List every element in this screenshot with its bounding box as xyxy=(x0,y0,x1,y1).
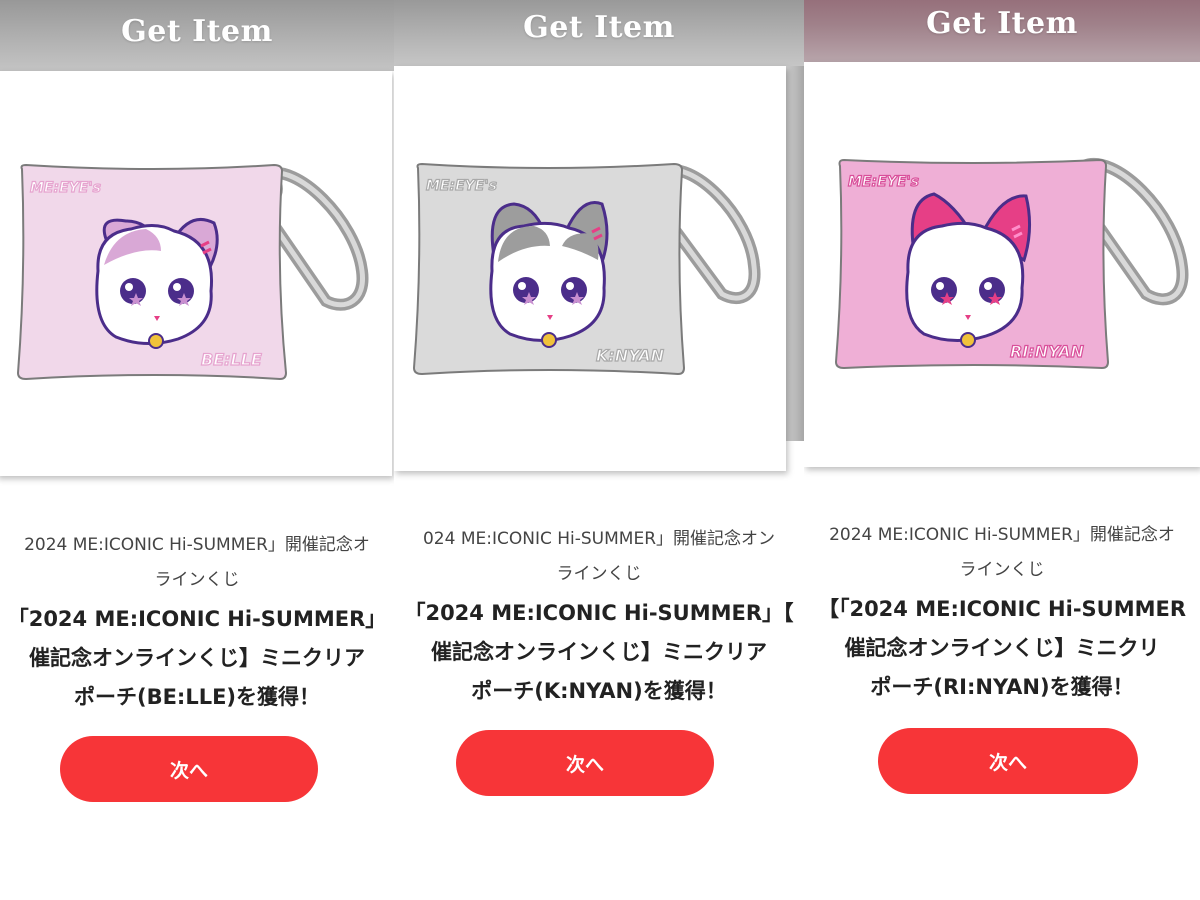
item-panel-knyan: Get Item ME:EYE's K:NYAN 024 ME:ICONIC H… xyxy=(394,0,804,900)
message-line: 催記念オンラインくじ】ミニクリア xyxy=(431,640,767,664)
event-name-continuation: ラインくじ xyxy=(154,570,240,590)
item-panel-belle: Get Item ME:EYE's BE:LLE 2024 ME:ICONIC … xyxy=(0,0,394,900)
item-panel-rinyan: Get Item ME:EYE's RI:NYAN 2024 ME:ICONIC… xyxy=(804,0,1200,900)
message-line: 催記念オンラインくじ】ミニクリア xyxy=(29,646,365,670)
item-image-card: ME:EYE's BE:LLE xyxy=(0,71,392,476)
pouch-logo: ME:EYE's xyxy=(426,178,497,194)
event-name-continuation: ラインくじ xyxy=(959,560,1045,580)
event-name-continuation: ラインくじ xyxy=(556,564,642,584)
pouch-name-label: K:NYAN xyxy=(596,346,665,365)
item-description: 024 ME:ICONIC Hi-SUMMER」開催記念オン ラインくじ 「20… xyxy=(394,524,804,711)
event-name-text: 2024 ME:ICONIC Hi-SUMMER」開催記念オ xyxy=(829,525,1175,545)
acquired-item-message: 「2024 ME:ICONIC Hi-SUMMER」【 催記念オンラインくじ】ミ… xyxy=(394,594,804,711)
message-line: ポーチ(BE:LLE)を獲得！ xyxy=(73,685,321,709)
get-item-header: Get Item xyxy=(0,0,394,71)
header-title: Get Item xyxy=(926,6,1078,41)
item-image-card: ME:EYE's K:NYAN xyxy=(394,66,786,471)
header-title: Get Item xyxy=(523,10,675,45)
acquired-item-message: 「2024 ME:ICONIC Hi-SUMMER」 催記念オンラインくじ】ミニ… xyxy=(0,600,394,717)
message-line: 「2024 ME:ICONIC Hi-SUMMER」【 xyxy=(404,601,794,625)
message-line: ポーチ(RI:NYAN)を獲得！ xyxy=(870,675,1134,699)
next-button[interactable]: 次へ xyxy=(878,728,1138,794)
message-line: 催記念オンラインくじ】ミニクリ xyxy=(844,636,1160,660)
mini-clear-pouch-image: ME:EYE's K:NYAN xyxy=(412,162,761,376)
get-item-header: Get Item xyxy=(394,0,804,66)
item-image-card: ME:EYE's RI:NYAN xyxy=(804,62,1200,467)
mini-clear-pouch-image: ME:EYE's RI:NYAN xyxy=(834,158,1189,370)
background-edge xyxy=(786,66,804,441)
header-title: Get Item xyxy=(121,14,273,49)
event-name-text: 2024 ME:ICONIC Hi-SUMMER」開催記念オ xyxy=(24,535,370,555)
pouch-name-label: BE:LLE xyxy=(201,350,262,369)
message-line: 「2024 ME:ICONIC Hi-SUMMER」 xyxy=(7,607,387,631)
pouch-logo: ME:EYE's xyxy=(30,180,101,196)
screenshot-collage: Get Item ME:EYE's BE:LLE 2024 ME:ICONIC … xyxy=(0,0,1200,900)
acquired-item-message: 【「2024 ME:ICONIC Hi-SUMMER 催記念オンラインくじ】ミニ… xyxy=(804,590,1200,707)
mini-clear-pouch-image: ME:EYE's BE:LLE xyxy=(16,163,369,381)
pouch-name-label: RI:NYAN xyxy=(1010,342,1085,361)
get-item-header: Get Item xyxy=(804,0,1200,62)
item-description: 2024 ME:ICONIC Hi-SUMMER」開催記念オ ラインくじ 【「2… xyxy=(804,520,1200,707)
next-button[interactable]: 次へ xyxy=(456,730,714,796)
item-description: 2024 ME:ICONIC Hi-SUMMER」開催記念オ ラインくじ 「20… xyxy=(0,530,394,717)
next-button[interactable]: 次へ xyxy=(60,736,318,802)
pouch-logo: ME:EYE's xyxy=(848,174,919,190)
cat-character-icon xyxy=(489,201,609,348)
message-line: ポーチ(K:NYAN)を獲得！ xyxy=(471,679,727,703)
event-name-text: 024 ME:ICONIC Hi-SUMMER」開催記念オン xyxy=(422,529,776,549)
message-line: 【「2024 ME:ICONIC Hi-SUMMER xyxy=(817,597,1187,621)
